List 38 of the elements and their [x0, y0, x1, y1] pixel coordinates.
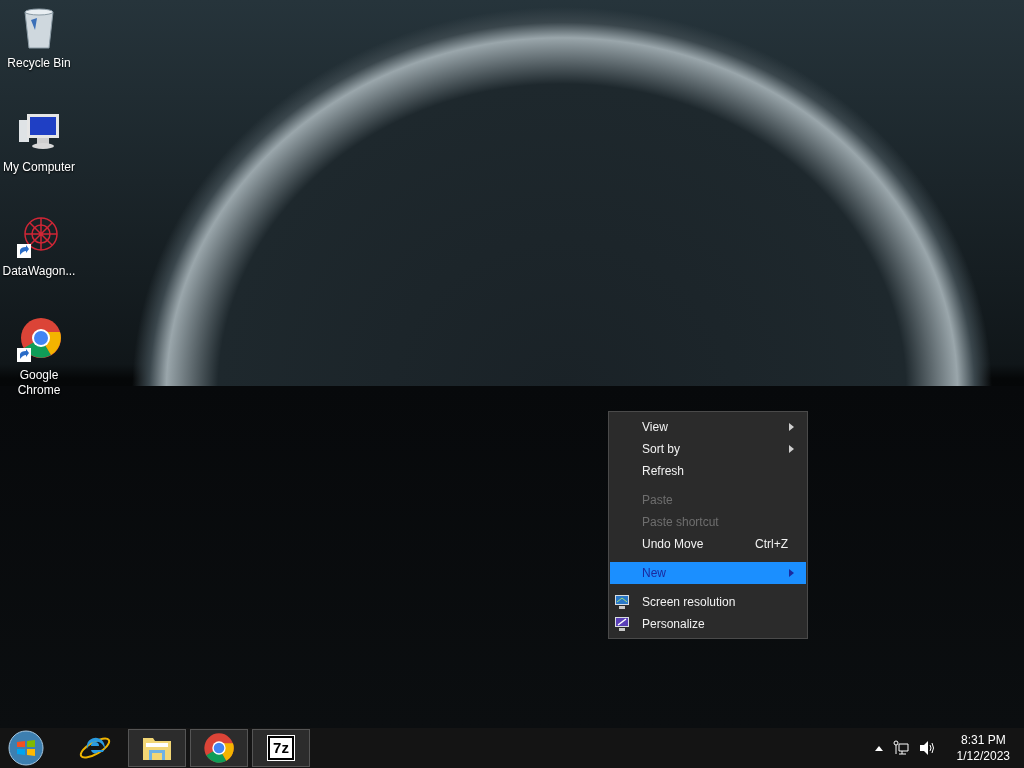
monitor-icon: [614, 594, 630, 610]
desktop-icon-label[interactable]: DataWagon...: [1, 264, 77, 279]
desktop-icon-label[interactable]: Recycle Bin: [1, 56, 77, 71]
archiver-logo: 7z: [268, 736, 294, 760]
submenu-arrow-icon: [789, 569, 794, 577]
desktop-icon-label[interactable]: My Computer: [1, 160, 77, 175]
monitor-icon: [614, 616, 630, 632]
menu-item[interactable]: Sort by: [610, 438, 806, 460]
submenu-arrow-icon: [789, 445, 794, 453]
network-icon[interactable]: [892, 740, 909, 756]
desktop-icon-label[interactable]: Google Chrome: [1, 368, 77, 398]
menu-item-label: Undo Move: [642, 537, 705, 551]
clock-time: 8:31 PM: [960, 732, 1006, 748]
submenu-arrow-icon: [789, 423, 794, 431]
menu-item-label: Paste: [642, 493, 674, 507]
menu-item-label: Sort by: [642, 442, 681, 456]
clock[interactable]: 8:31 PM 1/12/2023: [956, 732, 1010, 764]
clock-date: 1/12/2023: [956, 748, 1010, 764]
menu-item[interactable]: Screen resolution: [610, 591, 806, 613]
menu-item[interactable]: View: [610, 416, 806, 438]
caret-up-icon[interactable]: [874, 745, 883, 751]
windows-logo-icon: [8, 730, 44, 766]
menu-item-label: Refresh: [642, 464, 686, 478]
speaker-icon[interactable]: [918, 740, 937, 756]
chrome-icon: [203, 732, 235, 764]
taskbar-button[interactable]: [190, 729, 248, 767]
menu-item-label: Screen resolution: [642, 595, 737, 609]
start-button[interactable]: [6, 728, 46, 768]
menu-item[interactable]: Personalize: [610, 613, 806, 635]
shortcut-key: Ctrl+Z: [755, 537, 788, 551]
taskbar-button[interactable]: [128, 729, 186, 767]
menu-item-label: Personalize: [642, 617, 706, 631]
taskbar-button[interactable]: 7z: [252, 729, 310, 767]
menu-item-label: New: [642, 566, 667, 580]
menu-item-label: View: [642, 420, 669, 434]
menu-item-label: Paste shortcut: [642, 515, 720, 529]
menu-item[interactable]: Undo Move Ctrl+Z: [610, 533, 806, 555]
menu-item[interactable]: Refresh: [610, 460, 806, 482]
